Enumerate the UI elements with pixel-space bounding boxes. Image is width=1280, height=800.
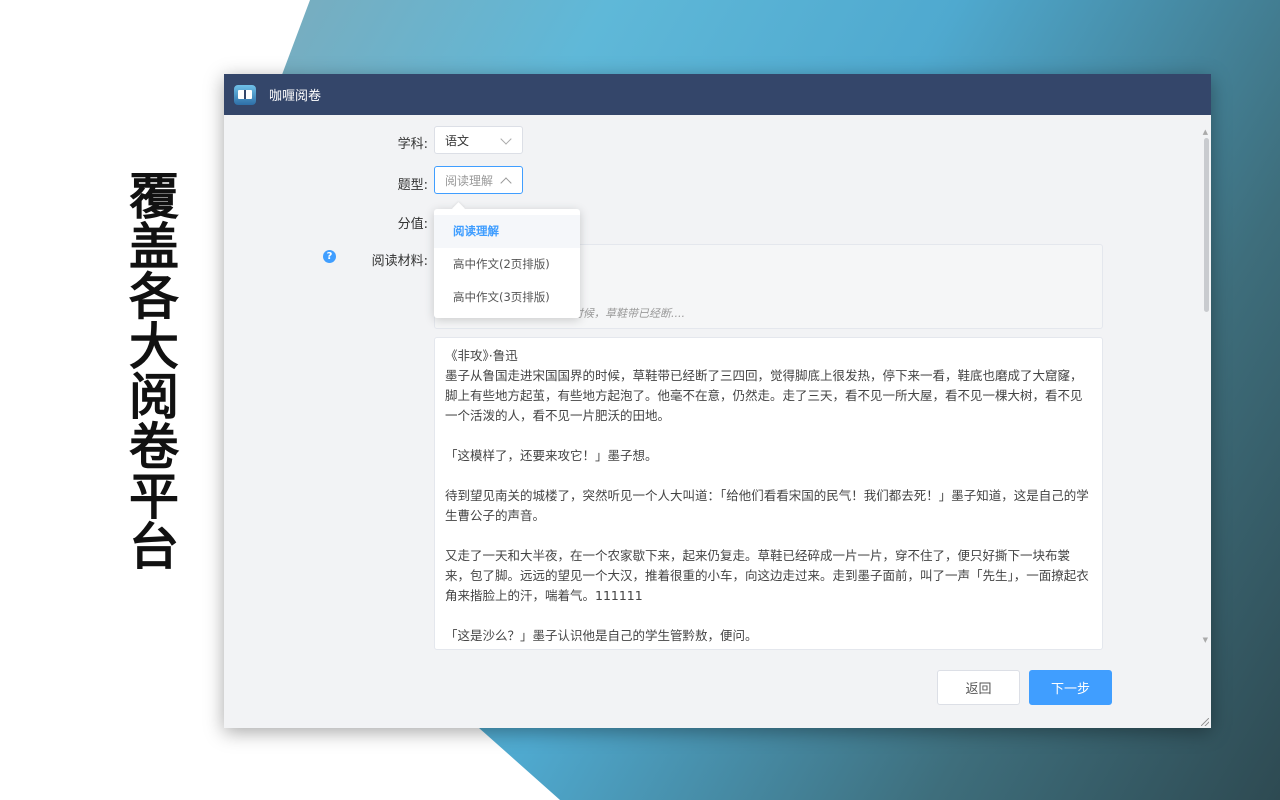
help-icon[interactable]: ? bbox=[323, 250, 336, 263]
material-paragraph: 「这模样了，还要来攻它！」墨子想。 bbox=[445, 448, 658, 463]
material-paragraph: 墨子从鲁国走进宋国国界的时候，草鞋带已经断了三四回，觉得脚底上很发热，停下来一看… bbox=[445, 368, 1083, 423]
chevron-up-icon bbox=[500, 177, 512, 189]
app-window: 咖喱阅卷 学科: 语文 题型: 阅读理解 分值: ? 阅读材料: 的时候，草鞋带… bbox=[224, 74, 1211, 728]
score-label: 分值: bbox=[397, 217, 428, 232]
type-option-essay-3page[interactable]: 高中作文(3页排版) bbox=[434, 281, 580, 314]
resize-grip-icon[interactable] bbox=[1201, 718, 1209, 726]
material-label: 阅读材料: bbox=[371, 254, 428, 269]
type-dropdown: 阅读理解 高中作文(2页排版) 高中作文(3页排版) bbox=[434, 209, 580, 318]
material-paragraph: 待到望见南关的城楼了，突然听见一个人大叫道：「给他们看看宋国的民气！我们都去死！… bbox=[445, 488, 1089, 523]
material-paragraph: 《非攻》·鲁迅 bbox=[445, 348, 518, 363]
scroll-up-icon[interactable]: ▲ bbox=[1203, 128, 1208, 136]
chevron-down-icon bbox=[500, 133, 512, 145]
type-label: 题型: bbox=[397, 178, 428, 193]
back-button[interactable]: 返回 bbox=[937, 670, 1020, 705]
material-textarea[interactable]: 《非攻》·鲁迅 墨子从鲁国走进宋国国界的时候，草鞋带已经断了三四回，觉得脚底上很… bbox=[434, 337, 1103, 650]
book-app-icon bbox=[234, 84, 256, 105]
material-paragraph: 「这是沙么？」墨子认识他是自己的学生管黔敖，便问。 bbox=[445, 628, 758, 643]
type-option-reading[interactable]: 阅读理解 bbox=[434, 215, 580, 248]
type-select[interactable]: 阅读理解 bbox=[434, 166, 523, 194]
next-button[interactable]: 下一步 bbox=[1029, 670, 1112, 705]
subject-select[interactable]: 语文 bbox=[434, 126, 523, 154]
slogan-text: 覆盖各大阅卷平台 bbox=[121, 170, 180, 570]
type-option-essay-2page[interactable]: 高中作文(2页排版) bbox=[434, 248, 580, 281]
type-value: 阅读理解 bbox=[445, 173, 494, 188]
subject-label: 学科: bbox=[397, 137, 428, 152]
material-paragraph: 又走了一天和大半夜，在一个农家歇下来，起来仍复走。草鞋已经碎成一片一片，穿不住了… bbox=[445, 548, 1089, 603]
subject-value: 语文 bbox=[445, 133, 470, 148]
scroll-down-icon[interactable]: ▼ bbox=[1203, 636, 1208, 644]
scrollbar-thumb[interactable] bbox=[1204, 138, 1209, 312]
title-bar: 咖喱阅卷 bbox=[224, 74, 1211, 115]
window-title: 咖喱阅卷 bbox=[269, 89, 322, 104]
